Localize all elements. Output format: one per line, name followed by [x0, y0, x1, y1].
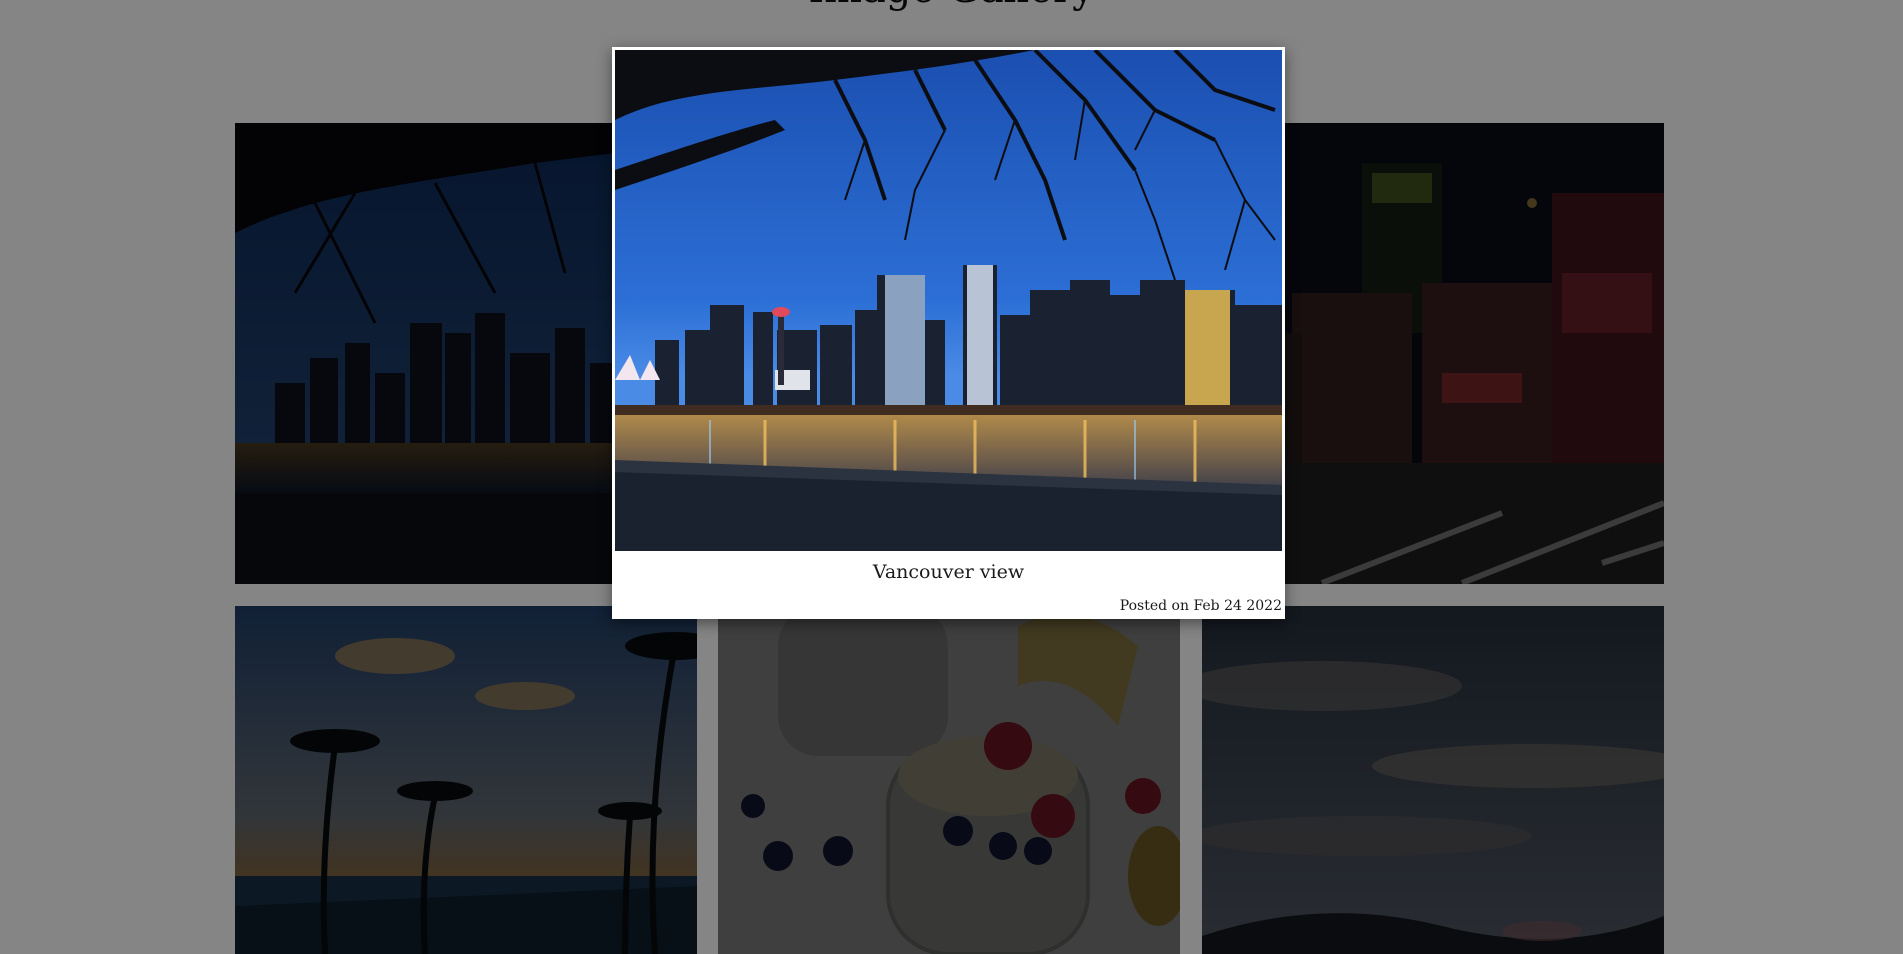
gallery-page: Image Gallery: [0, 0, 1903, 954]
lightbox-caption: Vancouver view: [872, 561, 1025, 583]
city-photo: [615, 50, 1282, 551]
lightbox-posted-date: Posted on Feb 24 2022: [1119, 598, 1282, 614]
lightbox-modal: Vancouver view Posted on Feb 24 2022: [612, 47, 1285, 619]
lightbox-image: [615, 50, 1282, 551]
